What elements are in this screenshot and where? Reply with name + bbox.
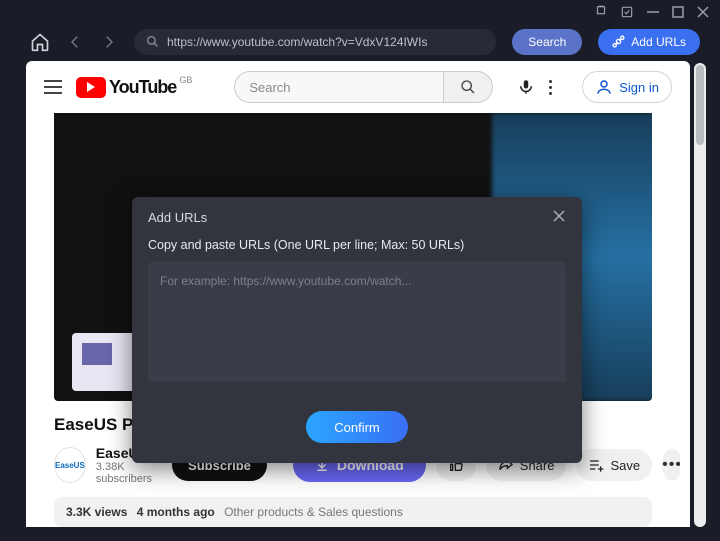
confirm-button[interactable]: Confirm xyxy=(306,411,408,443)
browser-viewport: YouTube GB Sign in xyxy=(0,61,720,541)
youtube-logo[interactable]: YouTube GB xyxy=(76,77,190,98)
hamburger-icon[interactable] xyxy=(44,80,62,94)
video-views: 3.3K views xyxy=(66,505,127,519)
link-plus-icon xyxy=(612,35,625,48)
close-icon[interactable] xyxy=(696,5,710,19)
app-scrollbar[interactable] xyxy=(694,63,706,527)
youtube-play-icon xyxy=(76,77,106,98)
search-icon xyxy=(146,35,159,48)
channel-subscribers: 3.38K subscribers xyxy=(96,461,152,485)
url-bar xyxy=(134,29,496,55)
back-button[interactable] xyxy=(66,33,84,51)
more-actions-button[interactable]: ••• xyxy=(662,449,680,481)
maximize-icon[interactable] xyxy=(672,6,684,18)
minimize-icon[interactable] xyxy=(646,5,660,19)
video-desc-extra: Other products & Sales questions xyxy=(224,505,403,519)
save-button[interactable]: Save xyxy=(576,449,652,481)
add-urls-modal: Add URLs Copy and paste URLs (One URL pe… xyxy=(132,197,582,463)
add-urls-label: Add URLs xyxy=(631,35,686,49)
pin-icon[interactable] xyxy=(594,5,608,19)
urls-textarea[interactable] xyxy=(148,262,566,382)
home-button[interactable] xyxy=(30,32,50,52)
window-titlebar xyxy=(0,0,720,23)
video-description[interactable]: 3.3K views 4 months ago Other products &… xyxy=(54,497,652,527)
microphone-icon[interactable] xyxy=(517,78,535,96)
forward-button[interactable] xyxy=(100,33,118,51)
app-window: Search Add URLs YouTube GB xyxy=(0,0,720,541)
add-urls-button[interactable]: Add URLs xyxy=(598,29,700,55)
webpage: YouTube GB Sign in xyxy=(26,61,690,527)
youtube-search-input[interactable] xyxy=(234,71,443,103)
signin-button[interactable]: Sign in xyxy=(582,71,672,103)
video-age: 4 months ago xyxy=(137,505,215,519)
user-icon xyxy=(595,78,613,96)
signin-label: Sign in xyxy=(619,80,659,95)
search-button[interactable]: Search xyxy=(512,29,582,55)
youtube-header: YouTube GB Sign in xyxy=(26,61,690,113)
playlist-add-icon xyxy=(588,457,604,473)
close-icon xyxy=(552,209,566,223)
youtube-search-button[interactable] xyxy=(443,71,493,103)
app-toolbar: Search Add URLs xyxy=(0,23,720,61)
save-label: Save xyxy=(610,458,640,473)
menu-icon[interactable] xyxy=(620,5,634,19)
youtube-wordmark: YouTube xyxy=(109,77,176,98)
modal-title: Add URLs xyxy=(148,210,207,225)
channel-avatar[interactable]: EaseUS xyxy=(54,447,86,483)
youtube-country: GB xyxy=(179,75,192,85)
search-icon xyxy=(460,79,476,95)
modal-close-button[interactable] xyxy=(552,209,566,226)
url-input[interactable] xyxy=(167,35,484,49)
youtube-search-wrap xyxy=(234,71,493,103)
kebab-icon[interactable] xyxy=(549,80,552,95)
modal-instruction: Copy and paste URLs (One URL per line; M… xyxy=(148,238,566,252)
